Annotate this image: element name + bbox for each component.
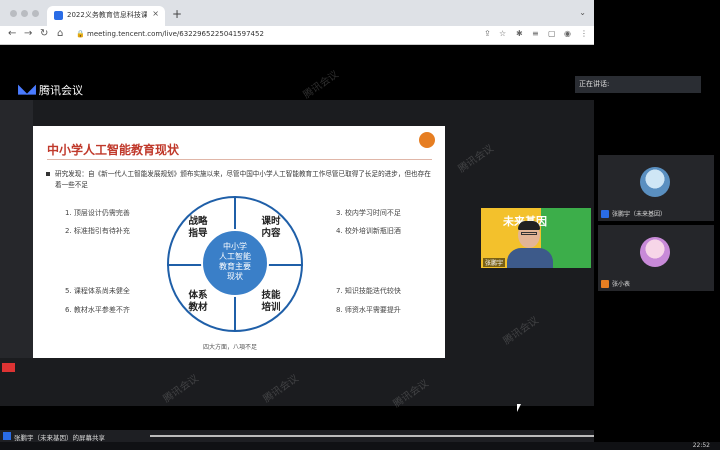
menu-dots-icon[interactable]: ⋮ — [580, 29, 588, 38]
presenter-sidebar — [0, 100, 33, 358]
center-line: 现状 — [227, 272, 243, 281]
left-item: 5. 课程体系尚未健全 — [65, 287, 130, 295]
muted-mic-icon — [601, 279, 609, 288]
tab-title: 2022义务教育信息科技课标 — [67, 11, 147, 19]
left-item: 2. 标准指引有待补充 — [65, 227, 130, 235]
share-user-icon — [3, 432, 11, 440]
bookmark-star-icon[interactable]: ☆ — [499, 29, 506, 38]
right-item: 8. 师资水平需要提升 — [336, 306, 401, 314]
taskbar — [0, 442, 720, 450]
watermark: 腾讯会议 — [301, 69, 341, 102]
tab-close-icon[interactable]: × — [152, 9, 159, 18]
slide-logo-icon — [419, 132, 435, 148]
left-item: 1. 顶层设计仍需完善 — [65, 209, 130, 217]
forward-arrow-icon[interactable]: → — [24, 28, 32, 39]
participant-label: 张小表 — [601, 279, 630, 288]
center-line: 教育主要 — [219, 262, 251, 271]
title-divider — [47, 159, 432, 160]
right-item: 7. 知识技能迭代较快 — [336, 287, 401, 295]
slide-title: 中小学人工智能教育现状 — [47, 143, 180, 157]
diagram-center-text: 中小学 人工智能 教育主要 现状 — [203, 242, 267, 282]
browser-toolbar: ← → ↻ ⌂ 🔒 meeting.tencent.com/live/63229… — [0, 26, 594, 45]
recording-icon — [2, 363, 15, 372]
share-icon[interactable]: ⇪ — [484, 29, 491, 38]
user-icon — [601, 209, 609, 218]
presentation-slide: 中小学人工智能教育现状 研究发现：自《新一代人工智能发展规划》颁布实施以来，尽管… — [33, 126, 445, 358]
avatar — [640, 167, 670, 197]
speaking-indicator: 正在讲话: — [575, 76, 701, 93]
participant-name: 张小表 — [612, 281, 631, 288]
participant-tile[interactable]: 张小表 — [598, 225, 714, 291]
browser-tab[interactable]: 2022义务教育信息科技课标 × — [47, 6, 165, 26]
speaker-body — [507, 248, 553, 268]
speaker-glasses — [521, 232, 537, 235]
address-bar[interactable]: meeting.tencent.com/live/632296522504159… — [87, 30, 264, 38]
slide-caption: 四大方面，八項不足 — [203, 344, 258, 351]
share-status-text: 张鹏宇（未来基因）的屏幕共享 — [14, 434, 105, 442]
diagram-center-circle: 中小学 人工智能 教育主要 现状 — [201, 229, 269, 297]
center-line: 中小学 — [223, 242, 247, 251]
slide-bullet: 研究发现：自《新一代人工智能发展规划》颁布实施以来，尽管中国中小学人工智能教育工… — [46, 169, 435, 191]
extensions-icon[interactable]: ✱ — [516, 29, 523, 38]
right-item: 3. 校内学习时间不足 — [336, 209, 401, 217]
speaking-label: 正在讲话: — [579, 80, 610, 88]
browser-tab-bar: 2022义务教育信息科技课标 × + ⌄ — [0, 0, 594, 26]
speaker-hair — [518, 221, 540, 230]
media-icon[interactable]: ≡ — [532, 29, 539, 38]
mouse-cursor-icon — [517, 404, 521, 412]
speaker-name-label: 张鹏宇 — [483, 258, 506, 267]
window-minimize-dot[interactable] — [21, 10, 28, 17]
profile-icon[interactable]: ◉ — [564, 29, 571, 38]
screen: 2022义务教育信息科技课标 × + ⌄ ← → ↻ ⌂ 🔒 meeting.t… — [0, 0, 720, 450]
bullet-square-icon — [46, 172, 50, 176]
participant-label: 张鹏宇（未来基因） — [601, 209, 666, 218]
bullet-text: 研究发现：自《新一代人工智能发展规划》颁布实施以来，尽管中国中小学人工智能教育工… — [55, 170, 431, 189]
share-progress-line — [150, 435, 594, 437]
clock: 22:52 — [692, 442, 710, 449]
quadrant-training: 技能 培训 — [261, 290, 281, 313]
app-name: 腾讯会议 — [39, 84, 83, 97]
window-maximize-dot[interactable] — [32, 10, 39, 17]
left-item: 6. 教材水平参差不齐 — [65, 306, 130, 314]
home-icon[interactable]: ⌂ — [57, 28, 63, 39]
quadrant-materials: 体系 教材 — [188, 290, 208, 313]
tencent-meeting-logo-icon: ◣◢ — [18, 82, 36, 97]
right-item: 4. 校外培训新瓶旧酒 — [336, 227, 401, 235]
lock-icon[interactable]: 🔒 — [76, 30, 85, 38]
back-arrow-icon[interactable]: ← — [8, 28, 16, 39]
tab-search-icon[interactable]: ⌄ — [579, 8, 586, 17]
new-tab-button[interactable]: + — [172, 7, 182, 21]
participant-tile[interactable]: 张鹏宇（未来基因） — [598, 155, 714, 221]
participant-name: 张鹏宇（未来基因） — [612, 211, 667, 218]
window-close-dot[interactable] — [10, 10, 17, 17]
speaker-video-thumbnail[interactable]: 未来基因 张鹏宇 — [481, 208, 591, 268]
reload-icon[interactable]: ↻ — [40, 28, 48, 39]
center-line: 人工智能 — [219, 252, 251, 261]
tencent-meeting-favicon-icon — [54, 11, 63, 20]
screen-share-status-bar: 张鹏宇（未来基因）的屏幕共享 — [0, 430, 594, 442]
sidebar-icon[interactable]: ▢ — [548, 29, 556, 38]
avatar — [640, 237, 670, 267]
